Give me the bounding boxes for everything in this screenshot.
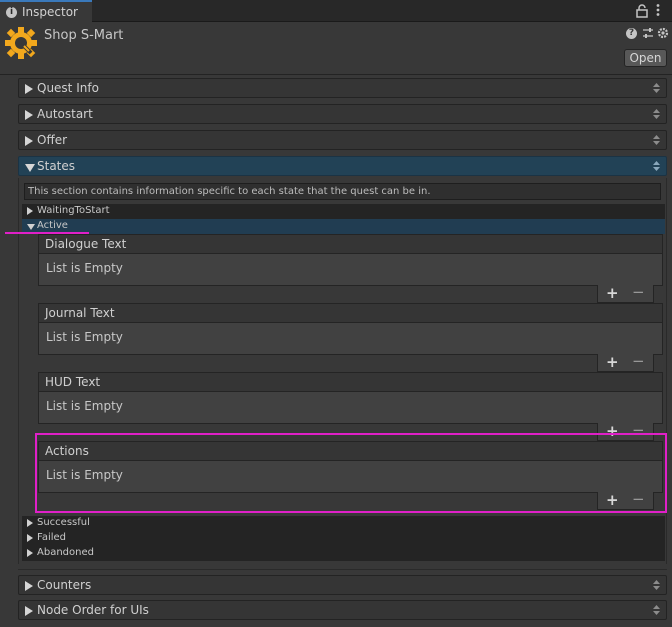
- state-label: WaitingToStart: [37, 205, 110, 216]
- up-down-icon: [653, 161, 660, 171]
- hud-text-list-header: HUD Text: [38, 372, 663, 392]
- dialogue-text-list-header: Dialogue Text: [38, 234, 663, 254]
- hud-text-list-body: List is Empty: [38, 391, 663, 424]
- add-element-button[interactable]: +: [606, 284, 619, 302]
- annotation-underline: [5, 232, 89, 234]
- list-empty-label: List is Empty: [46, 261, 123, 275]
- list-empty-label: List is Empty: [46, 330, 123, 344]
- state-label: Abandoned: [37, 547, 94, 558]
- chevron-right-icon: [25, 581, 33, 591]
- state-failed[interactable]: Failed: [22, 531, 665, 546]
- state-successful[interactable]: Successful: [22, 516, 665, 531]
- section-node-order[interactable]: Node Order for UIs: [18, 600, 667, 620]
- tab-bar: [0, 0, 672, 22]
- annotation-highlight-box: [35, 433, 667, 513]
- chevron-down-icon: [27, 224, 35, 230]
- lock-icon[interactable]: [636, 4, 648, 18]
- journal-text-list-body: List is Empty: [38, 322, 663, 355]
- states-divider: [18, 569, 667, 570]
- list-title: HUD Text: [45, 375, 101, 389]
- chevron-right-icon: [25, 136, 33, 146]
- gear-icon[interactable]: [657, 27, 669, 39]
- header-divider: [0, 74, 672, 75]
- kebab-menu-icon[interactable]: [654, 3, 662, 17]
- help-icon[interactable]: ?: [626, 28, 637, 39]
- section-label: States: [37, 159, 76, 173]
- section-quest-info[interactable]: Quest Info: [18, 78, 667, 98]
- section-counters[interactable]: Counters: [18, 575, 667, 595]
- journal-text-list-header: Journal Text: [38, 303, 663, 323]
- quest-machine-logo-icon: [5, 27, 37, 59]
- remove-element-button[interactable]: −: [632, 352, 645, 370]
- state-waiting-to-start[interactable]: WaitingToStart: [22, 204, 665, 219]
- up-down-icon: [653, 109, 660, 119]
- state-label: Successful: [37, 517, 90, 528]
- tab-label: Inspector: [22, 5, 78, 19]
- up-down-icon: [653, 580, 660, 590]
- preset-sliders-icon[interactable]: [642, 27, 654, 39]
- list-title: Journal Text: [45, 306, 115, 320]
- add-element-button[interactable]: +: [606, 353, 619, 371]
- object-name: Shop S-Mart: [44, 28, 124, 43]
- states-help-box: This section contains information specif…: [24, 183, 661, 200]
- section-label: Counters: [37, 578, 92, 592]
- state-abandoned[interactable]: Abandoned: [22, 546, 665, 561]
- chevron-down-icon: [25, 164, 35, 172]
- section-offer[interactable]: Offer: [18, 130, 667, 150]
- list-empty-label: List is Empty: [46, 399, 123, 413]
- up-down-icon: [653, 135, 660, 145]
- chevron-right-icon: [25, 110, 33, 120]
- section-label: Autostart: [37, 107, 93, 121]
- section-label: Offer: [37, 133, 68, 147]
- tab-inspector[interactable]: i Inspector: [0, 0, 92, 23]
- journal-text-list-footer: + −: [597, 352, 654, 372]
- list-title: Dialogue Text: [45, 237, 127, 251]
- section-autostart[interactable]: Autostart: [18, 104, 667, 124]
- state-label: Active: [37, 220, 68, 231]
- open-button[interactable]: Open: [624, 49, 667, 67]
- up-down-icon: [653, 605, 660, 615]
- chevron-right-icon: [27, 519, 33, 527]
- state-label: Failed: [37, 532, 67, 543]
- section-label: Quest Info: [37, 81, 99, 95]
- chevron-right-icon: [27, 534, 33, 542]
- chevron-right-icon: [25, 84, 33, 94]
- section-label: Node Order for UIs: [37, 603, 149, 617]
- state-active[interactable]: Active: [22, 219, 665, 234]
- info-icon: i: [6, 7, 17, 18]
- dialogue-text-list-footer: + −: [597, 283, 654, 303]
- chevron-right-icon: [27, 549, 33, 557]
- chevron-right-icon: [25, 606, 33, 616]
- up-down-icon: [653, 83, 660, 93]
- section-states[interactable]: States: [18, 156, 667, 176]
- remove-element-button[interactable]: −: [632, 283, 645, 301]
- dialogue-text-list-body: List is Empty: [38, 253, 663, 286]
- chevron-right-icon: [27, 207, 33, 215]
